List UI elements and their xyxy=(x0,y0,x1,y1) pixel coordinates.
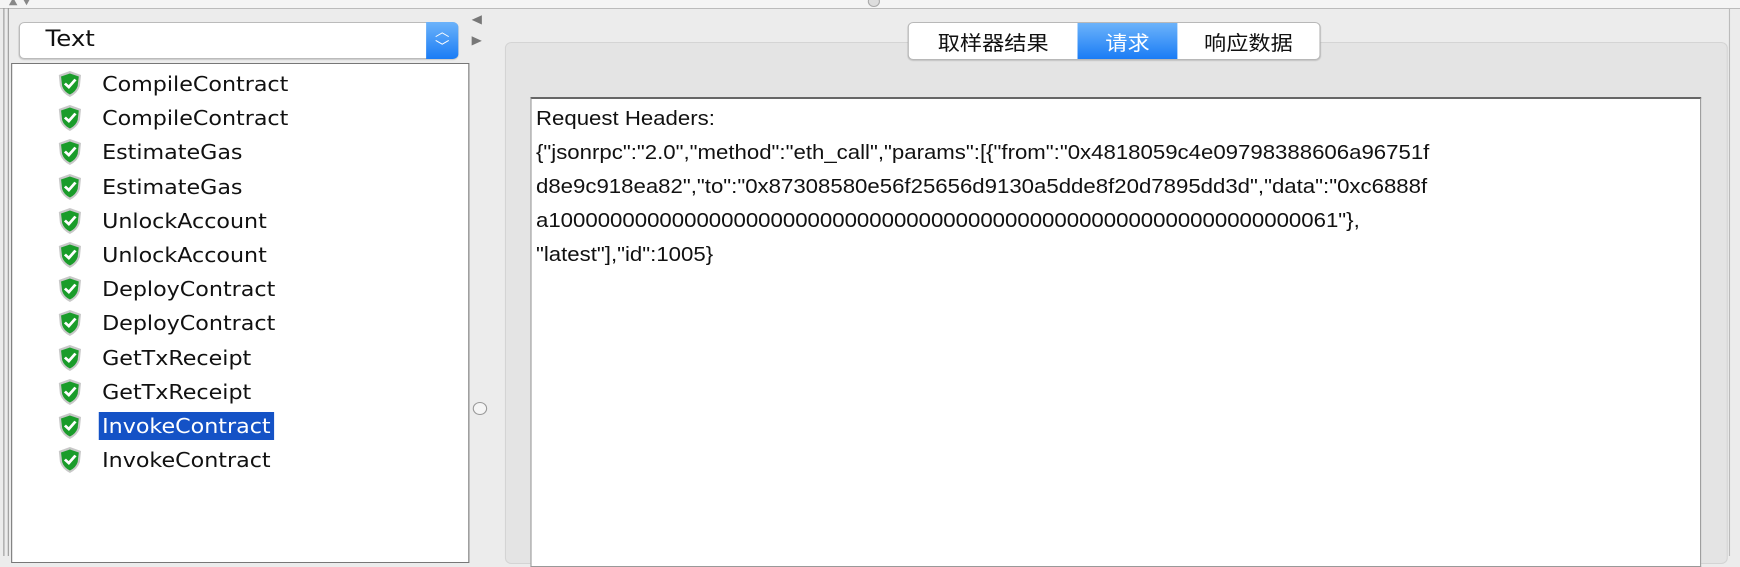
success-shield-icon xyxy=(58,413,82,439)
tree-item-label: GetTxReceipt xyxy=(102,379,252,404)
success-shield-icon xyxy=(58,173,82,200)
request-line: d8e9c918ea82","to":"0x87308580e56f25656d… xyxy=(535,176,1428,198)
tree-item-label: GetTxReceipt xyxy=(102,345,252,370)
tab-response-data[interactable]: 响应数据 xyxy=(1177,23,1319,59)
tree-item[interactable]: EstimateGas xyxy=(57,171,246,203)
success-shield-icon xyxy=(58,207,82,234)
collapse-down-icon[interactable]: ▼ xyxy=(22,0,31,7)
tree-item-label: DeployContract xyxy=(102,311,276,336)
collapse-left-icon[interactable]: ◀ xyxy=(472,12,482,26)
tree-item[interactable]: GetTxReceipt xyxy=(57,342,255,374)
request-line: a100000000000000000000000000000000000000… xyxy=(535,210,1360,232)
results-viewer-window: ▲ ▼ Text ︿ ﹀ CompileContract CompileContra… xyxy=(0,0,1740,567)
success-shield-icon xyxy=(58,310,82,337)
tree-item-label: InvokeContract xyxy=(102,448,271,473)
collapse-up-icon[interactable]: ▲ xyxy=(9,0,18,7)
left-border xyxy=(3,8,9,556)
results-tree[interactable]: CompileContract CompileContract EstimateGa… xyxy=(11,63,470,563)
view-type-value: Text xyxy=(45,27,95,52)
splitter-handle[interactable] xyxy=(867,0,880,7)
tree-item[interactable]: EstimateGas xyxy=(57,136,246,168)
request-text-area[interactable]: Request Headers: {"jsonrpc":"2.0","metho… xyxy=(530,97,1702,567)
right-border xyxy=(1728,8,1731,556)
tree-item-label: UnlockAccount xyxy=(102,243,267,267)
tree-item[interactable]: DeployContract xyxy=(57,307,279,339)
success-shield-icon xyxy=(58,447,82,474)
success-shield-icon xyxy=(58,276,82,303)
tree-item-label: DeployContract xyxy=(102,277,276,302)
success-shield-icon xyxy=(58,71,82,97)
tree-item[interactable]: InvokeContract xyxy=(57,444,274,476)
tree-item[interactable]: UnlockAccount xyxy=(57,239,271,271)
chevron-updown-icon[interactable]: ︿ ﹀ xyxy=(426,22,459,59)
tree-item-label: CompileContract xyxy=(102,72,289,96)
success-shield-icon xyxy=(58,242,82,268)
success-shield-icon xyxy=(58,139,82,166)
tab-sampler-result[interactable]: 取样器结果 xyxy=(909,23,1078,59)
tree-item[interactable]: CompileContract xyxy=(57,102,292,134)
tree-item-label: EstimateGas xyxy=(102,174,243,199)
collapse-right-icon[interactable]: ▶ xyxy=(472,33,482,47)
success-shield-icon xyxy=(58,344,82,371)
tree-item-label: EstimateGas xyxy=(102,140,243,165)
vertical-splitter-handle[interactable] xyxy=(472,402,488,415)
tab-bar: 取样器结果 请求 响应数据 xyxy=(907,22,1321,60)
tree-item[interactable]: InvokeContract xyxy=(57,410,274,442)
tree-item[interactable]: UnlockAccount xyxy=(57,205,271,237)
tree-item[interactable]: GetTxReceipt xyxy=(57,376,255,408)
tree-item-label: UnlockAccount xyxy=(102,208,267,233)
tab-request[interactable]: 请求 xyxy=(1077,23,1178,59)
tree-item-label: CompileContract xyxy=(102,106,289,131)
tree-item-label: InvokeContract xyxy=(98,412,274,440)
success-shield-icon xyxy=(58,378,82,405)
top-splitter[interactable]: ▲ ▼ xyxy=(0,0,1740,9)
tree-item[interactable]: CompileContract xyxy=(57,68,292,100)
request-line: Request Headers: xyxy=(535,108,715,130)
request-line: {"jsonrpc":"2.0","method":"eth_call","pa… xyxy=(535,142,1430,164)
success-shield-icon xyxy=(58,105,82,132)
request-line: "latest"],"id":1005} xyxy=(535,244,714,266)
tree-item[interactable]: DeployContract xyxy=(57,273,279,305)
view-type-select[interactable]: Text ︿ ﹀ xyxy=(18,22,459,59)
